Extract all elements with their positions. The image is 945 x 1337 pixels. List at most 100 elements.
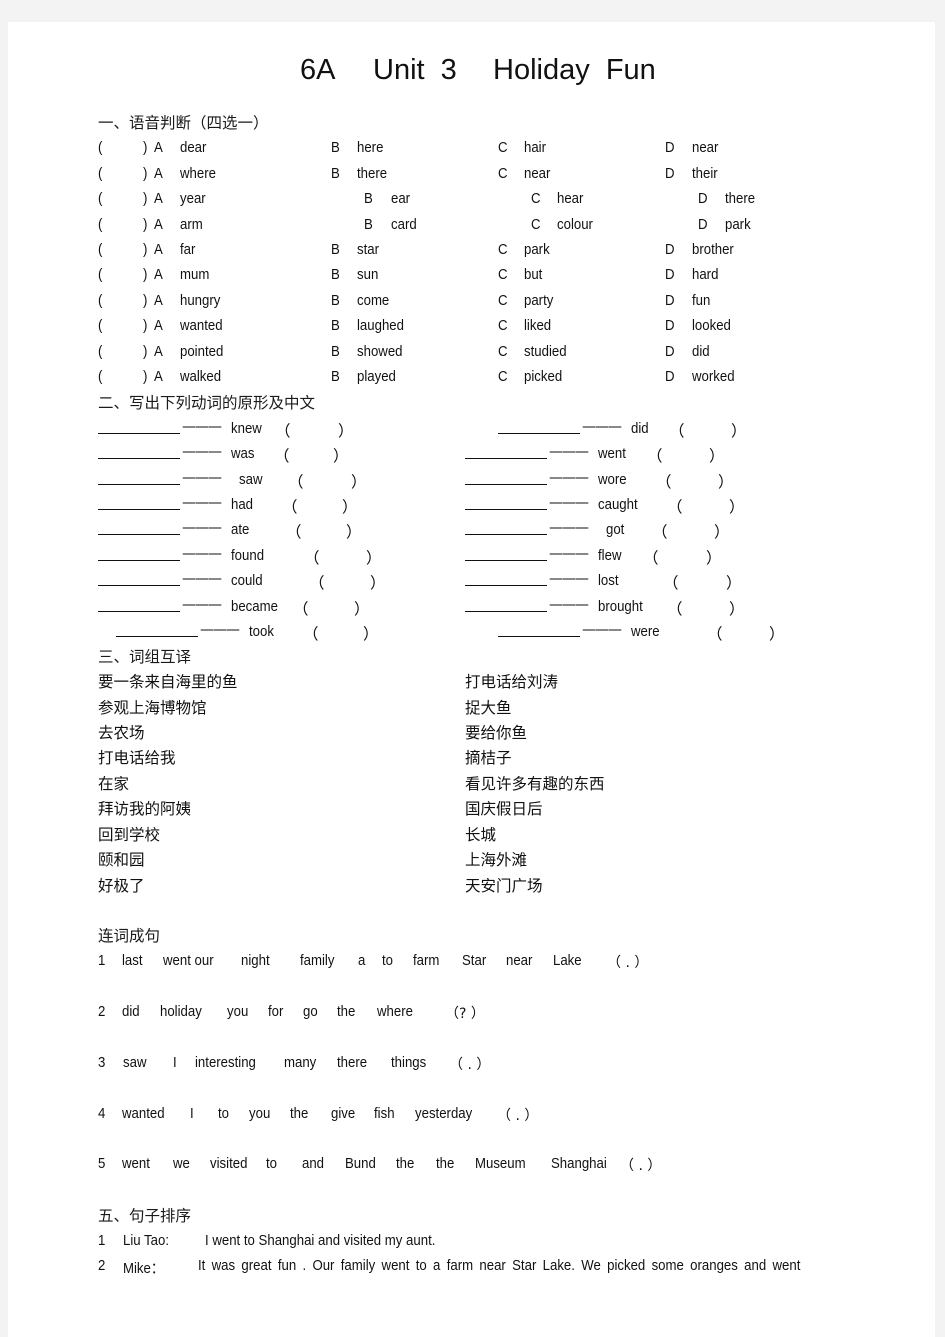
answer-blank[interactable] (120, 292, 139, 308)
answer-blank[interactable] (120, 368, 139, 384)
past-tense-verb: became (231, 598, 278, 615)
base-form-input[interactable] (98, 569, 180, 586)
meaning-input[interactable] (298, 495, 338, 511)
answer-paren-close: ) (143, 165, 148, 182)
scrambled-word: fish (374, 1105, 395, 1122)
meaning-input[interactable] (290, 444, 330, 460)
option-letter-b: B (331, 266, 340, 283)
answer-blank[interactable] (120, 190, 139, 206)
scrambled-word: to (266, 1155, 278, 1172)
answer-blank[interactable] (120, 139, 139, 155)
phrase-left: 打电话给我 (98, 749, 176, 767)
answer-paren-close: ) (143, 190, 148, 207)
answer-blank[interactable] (120, 241, 139, 257)
option-letter-d: D (665, 317, 675, 334)
meaning-paren-open: （ (647, 447, 663, 465)
option-c-word: colour (557, 216, 593, 233)
option-c-word: but (524, 266, 543, 283)
option-letter-c: C (531, 190, 541, 207)
base-form-input[interactable] (498, 620, 580, 637)
answer-blank[interactable] (120, 317, 139, 333)
base-form-input[interactable] (465, 518, 547, 535)
meaning-paren-close: ） (354, 600, 370, 618)
option-letter-d: D (665, 139, 675, 156)
option-letter-b: B (331, 343, 340, 360)
scrambled-word: the (337, 1003, 356, 1020)
past-tense-verb: brought (598, 598, 643, 615)
item-number: 3 (98, 1054, 106, 1071)
scrambled-word: night (241, 952, 270, 969)
meaning-input[interactable] (291, 419, 331, 435)
base-form-input[interactable] (98, 442, 180, 459)
scrambled-word: where (377, 1003, 413, 1020)
meaning-input[interactable] (683, 597, 723, 613)
base-form-input[interactable] (465, 544, 547, 561)
meaning-input[interactable] (685, 419, 725, 435)
phrase-left: 在家 (98, 775, 130, 793)
answer-paren-close: ) (143, 292, 148, 309)
answer-blank[interactable] (120, 165, 139, 181)
meaning-paren-open: （ (667, 498, 683, 516)
meaning-input[interactable] (304, 470, 344, 486)
option-letter-d: D (665, 292, 675, 309)
option-b-word: here (357, 139, 384, 156)
meaning-input[interactable] (723, 622, 763, 638)
meaning-paren-open: （ (663, 574, 679, 592)
phrase-right: 摘桔子 (465, 749, 512, 767)
dash-separator: ——— (549, 571, 589, 587)
base-form-input[interactable] (98, 493, 180, 510)
scrambled-word: went (122, 1155, 150, 1172)
option-letter-b: B (364, 190, 373, 207)
end-punctuation: （ . ） (620, 1158, 662, 1174)
meaning-input[interactable] (325, 571, 365, 587)
base-form-input[interactable] (465, 493, 547, 510)
option-a-word: year (180, 190, 206, 207)
base-form-input[interactable] (465, 468, 547, 485)
option-letter-a: A (154, 216, 163, 233)
base-form-input[interactable] (98, 417, 180, 434)
option-b-word: star (357, 241, 380, 258)
option-a-word: walked (180, 368, 222, 385)
base-form-input[interactable] (98, 468, 180, 485)
answer-blank[interactable] (120, 216, 139, 232)
past-tense-verb: took (249, 623, 274, 640)
meaning-input[interactable] (659, 546, 699, 562)
meaning-input[interactable] (663, 444, 703, 460)
base-form-input[interactable] (98, 518, 180, 535)
option-b-word: come (357, 292, 390, 309)
past-tense-verb: found (231, 547, 265, 564)
meaning-input[interactable] (320, 546, 360, 562)
option-a-word: wanted (180, 317, 223, 334)
meaning-paren-close: ） (333, 447, 349, 465)
base-form-input[interactable] (498, 417, 580, 434)
end-punctuation: （? ） (445, 1006, 485, 1022)
answer-blank[interactable] (120, 343, 139, 359)
meaning-paren-open: （ (274, 447, 290, 465)
meaning-input[interactable] (302, 520, 342, 536)
answer-paren-open: ( (98, 139, 103, 156)
item-number: 5 (98, 1155, 106, 1172)
option-d-word: did (692, 343, 710, 360)
meaning-input[interactable] (679, 571, 719, 587)
answer-blank[interactable] (120, 266, 139, 282)
base-form-input[interactable] (116, 620, 198, 637)
past-tense-verb: did (631, 420, 649, 437)
meaning-input[interactable] (309, 597, 349, 613)
base-form-input[interactable] (465, 442, 547, 459)
meaning-input[interactable] (672, 470, 712, 486)
meaning-paren-close: ） (338, 422, 354, 440)
base-form-input[interactable] (465, 569, 547, 586)
dash-separator: ——— (582, 419, 622, 435)
option-b-word: showed (357, 343, 403, 360)
scrambled-word: family (300, 952, 335, 969)
option-letter-d: D (665, 266, 675, 283)
phrase-right: 天安门广场 (465, 877, 543, 895)
meaning-input[interactable] (319, 622, 359, 638)
base-form-input[interactable] (98, 595, 180, 612)
scrambled-word: the (436, 1155, 455, 1172)
option-letter-b: B (331, 165, 340, 182)
meaning-input[interactable] (683, 495, 723, 511)
base-form-input[interactable] (465, 595, 547, 612)
base-form-input[interactable] (98, 544, 180, 561)
meaning-input[interactable] (668, 520, 708, 536)
